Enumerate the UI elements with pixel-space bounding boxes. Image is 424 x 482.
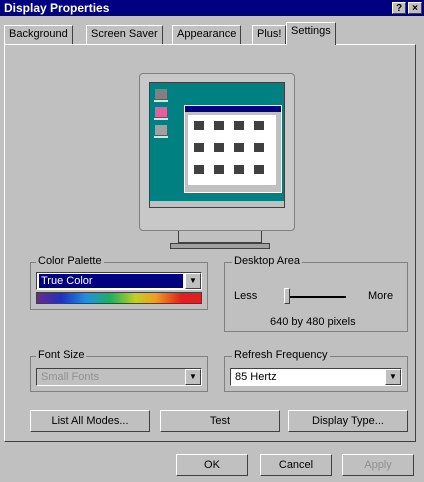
help-button[interactable]: ? — [392, 2, 406, 14]
desktop-icon — [155, 125, 167, 135]
preview-window-content — [188, 115, 276, 185]
preview-icon — [254, 121, 264, 130]
tab-settings[interactable]: Settings — [286, 22, 336, 45]
resolution-text: 640 by 480 pixels — [270, 316, 356, 328]
preview-icon — [234, 143, 244, 152]
preview-icon — [254, 165, 264, 174]
preview-icon — [214, 143, 224, 152]
color-palette-select[interactable]: True Color ▼ — [36, 272, 202, 290]
tab-plus[interactable]: Plus! — [252, 25, 287, 44]
tab-background[interactable]: Background — [4, 25, 73, 44]
preview-icon — [194, 143, 204, 152]
slider-less-label: Less — [234, 290, 258, 302]
desktop-area-slider-track[interactable] — [286, 296, 346, 298]
preview-icon — [194, 165, 204, 174]
slider-more-label: More — [368, 290, 394, 302]
desktop-icon-label — [154, 100, 168, 102]
list-all-modes-button[interactable]: List All Modes... — [30, 410, 150, 432]
preview-icon — [194, 121, 204, 130]
window-title: Display Properties — [4, 1, 110, 15]
preview-icon — [214, 121, 224, 130]
desktop-area-label: Desktop Area — [232, 255, 303, 267]
color-palette-label: Color Palette — [36, 255, 104, 267]
desktop-icon — [155, 107, 167, 117]
apply-button[interactable]: Apply — [342, 454, 414, 476]
color-palette-value: True Color — [39, 274, 183, 288]
preview-icon — [214, 165, 224, 174]
refresh-frequency-label: Refresh Frequency — [232, 349, 330, 361]
desktop-area-slider-thumb[interactable] — [284, 288, 290, 304]
monitor-stand — [178, 231, 262, 243]
title-bar: Display Properties ? × — [0, 0, 424, 16]
chevron-down-icon[interactable]: ▼ — [185, 273, 201, 289]
preview-taskbar — [150, 201, 284, 207]
preview-icon — [234, 165, 244, 174]
desktop-icon-label — [154, 136, 168, 138]
monitor-preview — [139, 73, 295, 231]
chevron-down-icon[interactable]: ▼ — [185, 369, 201, 385]
font-size-select[interactable]: Small Fonts ▼ — [36, 368, 202, 386]
preview-icon — [234, 121, 244, 130]
desktop-icon-label — [154, 118, 168, 120]
tab-screen-saver[interactable]: Screen Saver — [86, 25, 163, 44]
desktop-icon — [155, 89, 167, 99]
cancel-button[interactable]: Cancel — [260, 454, 332, 476]
color-spectrum-bar — [36, 292, 202, 304]
font-size-value: Small Fonts — [41, 371, 100, 383]
refresh-frequency-value: 85 Hertz — [235, 371, 277, 383]
preview-window-title — [185, 106, 281, 112]
monitor-screen — [149, 82, 285, 208]
display-type-button[interactable]: Display Type... — [288, 410, 408, 432]
close-button[interactable]: × — [408, 2, 422, 14]
font-size-label: Font Size — [36, 349, 87, 361]
preview-icon — [254, 143, 264, 152]
tab-appearance[interactable]: Appearance — [172, 25, 242, 44]
test-button[interactable]: Test — [160, 410, 280, 432]
refresh-frequency-select[interactable]: 85 Hertz ▼ — [230, 368, 402, 386]
preview-window — [184, 105, 282, 193]
ok-button[interactable]: OK — [176, 454, 248, 476]
chevron-down-icon[interactable]: ▼ — [385, 369, 401, 385]
monitor-stand-base — [170, 243, 270, 249]
